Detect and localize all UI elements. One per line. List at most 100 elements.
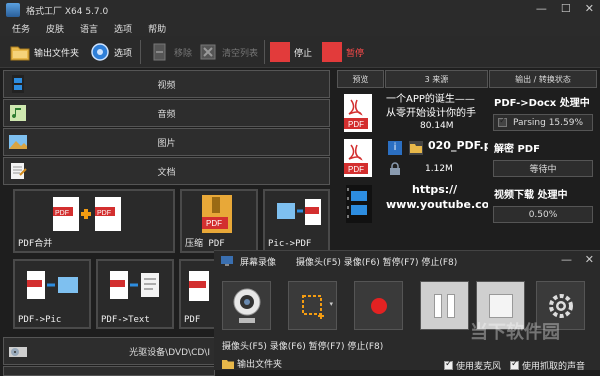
folder-icon[interactable] [409, 141, 423, 155]
svg-text:PDF: PDF [206, 219, 222, 228]
checkbox-checked[interactable] [510, 359, 519, 370]
task-row[interactable]: PDF [342, 137, 376, 177]
menu-options[interactable]: 选项 [114, 22, 132, 35]
recorder-pause-button[interactable] [420, 281, 469, 330]
recorder-shortcuts-bottom: 摄像头(F5) 录像(F6) 暂停(F7) 停止(F8) [222, 342, 384, 352]
menu-skin[interactable]: 皮肤 [46, 22, 64, 35]
tile-label: Pic->PDF [268, 239, 312, 249]
pdf-icon [189, 271, 209, 301]
webcam-button[interactable] [222, 281, 271, 330]
pause-button[interactable]: 暂停 [322, 40, 364, 64]
compress-pdf-icon: PDF [202, 195, 232, 233]
tile-pdf-partial[interactable]: PDF [179, 259, 219, 329]
recorder-app-icon [221, 256, 233, 266]
region-select-button[interactable]: ▾ [288, 281, 337, 330]
folder-icon [10, 46, 30, 61]
task-size: 1.12M [425, 164, 453, 174]
menu-task[interactable]: 任务 [12, 22, 30, 35]
task-status-box: 等待中 [493, 160, 593, 177]
film-icon [12, 75, 24, 93]
checkbox-checked[interactable] [444, 359, 453, 370]
app-icon [6, 3, 20, 17]
category-toolbox[interactable] [3, 366, 215, 376]
remove-button[interactable]: 移除 [150, 40, 192, 64]
record-button[interactable] [354, 281, 403, 330]
use-system-audio-checkbox[interactable]: 使用抓取的声音 [510, 359, 585, 372]
picture-icon [9, 135, 27, 149]
pdf-file-icon: PDF [344, 94, 372, 132]
tile-pic-to-pdf[interactable]: Pic->PDF [263, 189, 330, 253]
use-mic-checkbox[interactable]: 使用麦克风 [444, 359, 501, 372]
toolbar: 输出文件夹 选项 移除 清空列表 停止 暂停 [0, 36, 600, 68]
svg-text:PDF: PDF [55, 210, 69, 217]
options-button[interactable]: 选项 [90, 40, 132, 64]
recorder-close-button[interactable]: ✕ [585, 253, 594, 266]
task-status-box: 0.50% [493, 206, 593, 223]
category-document[interactable]: 文档 [3, 157, 330, 185]
svg-text:PDF: PDF [348, 120, 364, 129]
toolbar-divider [264, 40, 265, 64]
tile-label: 压缩 PDF [185, 239, 225, 249]
stop-icon [488, 293, 513, 318]
column-status[interactable]: 输出 / 转换状态 [489, 70, 597, 88]
toolbar-divider [140, 40, 141, 64]
remove-icon [153, 43, 166, 61]
menu-language[interactable]: 语言 [80, 22, 98, 35]
lock-icon[interactable] [388, 162, 402, 176]
column-preview[interactable]: 预览 [337, 70, 384, 88]
close-button[interactable]: ✕ [585, 2, 594, 15]
maximize-button[interactable]: ☐ [561, 2, 571, 15]
category-video[interactable]: 视频 [3, 70, 330, 98]
video-file-icon [346, 185, 372, 223]
recorder-title: 屏幕录像 [240, 258, 277, 268]
tile-label: PDF->Text [101, 315, 150, 325]
tile-label: PDF合并 [18, 239, 53, 249]
category-image[interactable]: 图片 [3, 128, 330, 156]
task-status-title: 视频下载 处理中 [494, 190, 568, 201]
chevron-down-icon: ▾ [329, 300, 333, 308]
pause-icon [322, 42, 342, 62]
svg-text:PDF: PDF [348, 165, 364, 174]
task-name-line2: www.youtube.com [386, 198, 488, 211]
window-title: 格式工厂 X64 5.7.0 [26, 6, 109, 17]
svg-text:PDF: PDF [97, 210, 111, 217]
info-icon[interactable]: i [388, 141, 402, 155]
column-source[interactable]: 3 来源 [385, 70, 488, 88]
clear-list-button[interactable]: 清空列表 [198, 40, 258, 64]
stop-icon [270, 42, 290, 62]
disc-drive-icon [9, 347, 27, 357]
recorder-minimize-button[interactable]: — [561, 253, 572, 266]
task-status-title: 解密 PDF [494, 144, 540, 155]
task-name: https:// [412, 183, 458, 196]
task-progress-bar: Parsing 15.59% [493, 114, 593, 131]
tile-pdf-to-text[interactable]: PDF->Text [96, 259, 174, 329]
task-name-line2: 从零开始设计你的手 [386, 108, 476, 119]
minimize-button[interactable]: — [536, 2, 547, 15]
task-name: 一个APP的诞生—— [386, 94, 475, 105]
task-row[interactable] [342, 183, 376, 223]
webcam-icon [233, 288, 260, 323]
task-row[interactable]: PDF [342, 92, 376, 132]
folder-icon [222, 360, 234, 369]
tile-pdf-merge[interactable]: PDF PDF PDF合并 [13, 189, 175, 253]
recorder-shortcuts-top: 摄像头(F5) 录像(F6) 暂停(F7) 停止(F8) [296, 258, 458, 268]
record-icon [370, 297, 387, 314]
output-folder-button[interactable]: 输出文件夹 [10, 40, 79, 64]
screen-recorder-panel: 屏幕录像 摄像头(F5) 录像(F6) 暂停(F7) 停止(F8) — ✕ ▾ … [214, 250, 600, 372]
category-audio[interactable]: 音频 [3, 99, 330, 127]
tile-compress-pdf[interactable]: PDF 压缩 PDF [180, 189, 258, 253]
stop-button[interactable]: 停止 [270, 40, 312, 64]
recorder-output-folder-button[interactable]: 输出文件夹 [222, 357, 282, 370]
category-optical-drive[interactable]: 光驱设备\DVD\CD\I [3, 337, 215, 365]
menu-help[interactable]: 帮助 [148, 22, 166, 35]
tile-label: PDF->Pic [18, 315, 62, 325]
window-controls: — ☐ ✕ [536, 2, 594, 15]
progress-indicator [498, 116, 507, 127]
task-size: 80.14M [420, 121, 454, 131]
clear-list-icon [200, 44, 216, 60]
pic-to-pdf-icon [277, 199, 321, 225]
pdf-to-pic-icon [27, 271, 78, 299]
gear-icon [91, 43, 109, 61]
tile-label: PDF [184, 315, 201, 325]
tile-pdf-to-pic[interactable]: PDF->Pic [13, 259, 91, 329]
